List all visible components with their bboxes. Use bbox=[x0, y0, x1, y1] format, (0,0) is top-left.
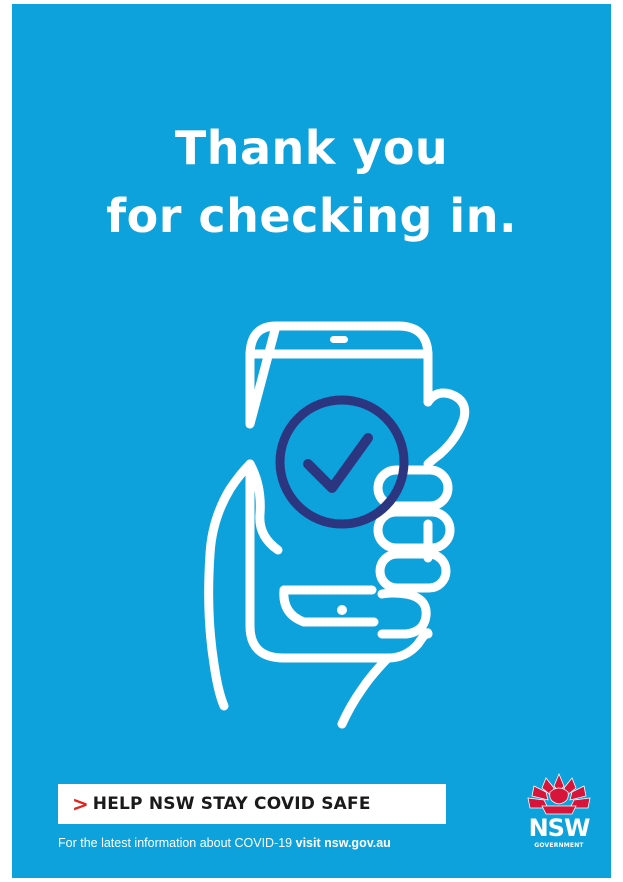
headline-line-1: Thank you bbox=[174, 121, 449, 175]
logo-name: NSW bbox=[528, 814, 591, 842]
nsw-government-logo: NSW GOVERNMENT bbox=[522, 770, 596, 856]
poster: Thank you for checking in. > HELP NSW ST… bbox=[12, 4, 611, 878]
info-line: For the latest information about COVID-1… bbox=[58, 836, 391, 850]
logo-sub: GOVERNMENT bbox=[534, 842, 584, 849]
covid-safe-banner: > HELP NSW STAY COVID SAFE bbox=[58, 784, 446, 824]
info-prefix: For the latest information about COVID-1… bbox=[58, 836, 293, 850]
hand-holding-phone-check-icon bbox=[204, 321, 470, 729]
banner-text: HELP NSW STAY COVID SAFE bbox=[92, 794, 371, 814]
page-title: Thank you for checking in. bbox=[12, 114, 611, 250]
headline-line-2: for checking in. bbox=[106, 189, 517, 243]
chevron-right-icon: > bbox=[72, 792, 89, 816]
waratah-icon bbox=[527, 772, 591, 815]
info-link[interactable]: visit nsw.gov.au bbox=[296, 836, 391, 850]
